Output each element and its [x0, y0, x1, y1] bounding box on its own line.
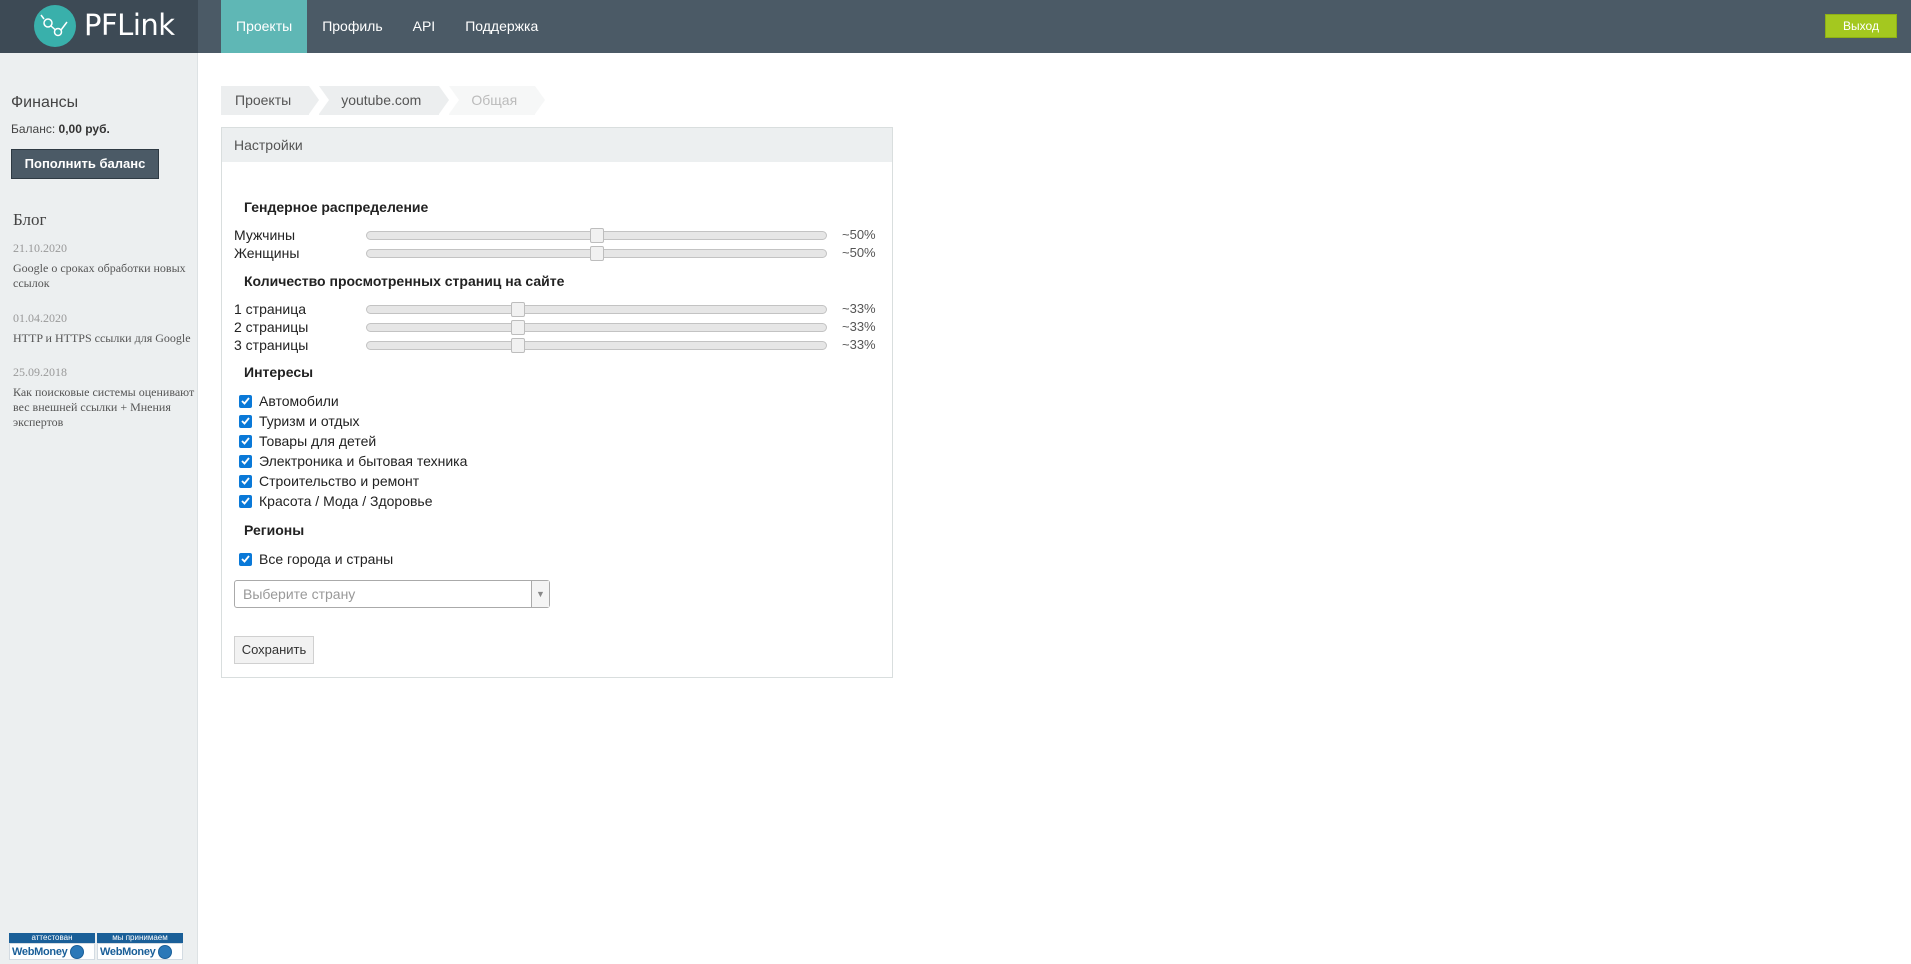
badge-brand: WebMoney [100, 945, 156, 958]
checkbox-checked[interactable] [239, 414, 252, 428]
settings-panel: Настройки Гендерное распределение Мужчин… [221, 127, 893, 678]
interest-checkbox[interactable]: Туризм и отдых [239, 412, 360, 430]
blog-post-link[interactable]: HTTP и HTTPS ссылки для Google [13, 331, 199, 346]
checkbox-checked[interactable] [239, 474, 252, 488]
country-select-placeholder: Выберите страну [243, 586, 356, 602]
slider-handle[interactable] [590, 246, 604, 261]
checkbox-label: Автомобили [259, 393, 339, 409]
logo-icon [34, 5, 76, 47]
blog-post-link[interactable]: Как поисковые системы оценивают вес внеш… [13, 385, 199, 430]
slider-row-pages-3: 3 страницы ~33% [234, 336, 884, 354]
checkbox-label: Электроника и бытовая техника [259, 453, 468, 469]
breadcrumb-item-current: Общая [449, 86, 545, 115]
breadcrumb-item-projects[interactable]: Проекты [221, 86, 320, 115]
slider-handle[interactable] [511, 302, 525, 317]
checkbox-label: Туризм и отдых [259, 413, 360, 429]
checkbox-label: Красота / Мода / Здоровье [259, 493, 433, 509]
balance-label: Баланс: [11, 122, 56, 136]
slider-row-pages-2: 2 страницы ~33% [234, 318, 884, 336]
blog-title: Блог [13, 210, 47, 229]
slider-label: Мужчины [234, 227, 296, 243]
slider-label: 2 страницы [234, 319, 309, 335]
nav-item-projects[interactable]: Проекты [221, 0, 308, 53]
slider-value: ~50% [842, 227, 876, 242]
balance: Баланс: 0,00 руб. [11, 122, 110, 136]
blog-post-date: 21.10.2020 [13, 241, 67, 255]
nav-item-api[interactable]: API [398, 0, 451, 53]
checkbox-label: Строительство и ремонт [259, 473, 420, 489]
nav-item-support[interactable]: Поддержка [450, 0, 553, 53]
slider-label: Женщины [234, 245, 300, 261]
interest-checkbox[interactable]: Строительство и ремонт [239, 472, 419, 490]
chevron-down-icon[interactable]: ▼ [531, 581, 549, 607]
slider-row-women: Женщины ~50% [234, 244, 884, 262]
panel-title: Настройки [222, 128, 892, 162]
slider-track[interactable] [366, 338, 827, 353]
checkbox-label: Товары для детей [259, 433, 377, 449]
nav-item-profile[interactable]: Профиль [307, 0, 397, 53]
slider-track[interactable] [366, 246, 827, 261]
badge-caption: мы принимаем [97, 933, 183, 943]
slider-track[interactable] [366, 228, 827, 243]
slider-handle[interactable] [511, 338, 525, 353]
webmoney-globe-icon [70, 944, 85, 959]
sidebar: Финансы Баланс: 0,00 руб. Пополнить бала… [0, 53, 198, 964]
slider-handle[interactable] [590, 228, 604, 243]
finance-title: Финансы [11, 94, 79, 111]
badge-brand: WebMoney [12, 945, 68, 958]
slider-handle[interactable] [511, 320, 525, 335]
interest-checkbox[interactable]: Красота / Мода / Здоровье [239, 492, 433, 510]
slider-label: 3 страницы [234, 337, 309, 353]
blog-post: 21.10.2020 Google о сроках обработки нов… [13, 241, 199, 291]
balance-value: 0,00 руб. [58, 122, 110, 136]
interest-checkbox[interactable]: Электроника и бытовая техника [239, 452, 467, 470]
webmoney-globe-icon [158, 944, 173, 959]
webmoney-attested-badge[interactable]: аттестован WebMoney [9, 933, 95, 960]
blog-post-date: 01.04.2020 [13, 311, 67, 325]
main-nav: Проекты Профиль API Поддержка [221, 0, 553, 53]
blog-post: 25.09.2018 Как поисковые системы оценива… [13, 365, 199, 430]
logo-text: PFLink [84, 8, 175, 42]
save-button[interactable]: Сохранить [234, 636, 314, 664]
topup-balance-button[interactable]: Пополнить баланс [11, 149, 159, 179]
section-title-regions: Регионы [244, 522, 305, 538]
top-bar: PFLink Проекты Профиль API Поддержка Вых… [0, 0, 1911, 53]
slider-row-pages-1: 1 страница ~33% [234, 300, 884, 318]
webmoney-accept-badge[interactable]: мы принимаем WebMoney [97, 933, 183, 960]
slider-row-men: Мужчины ~50% [234, 226, 884, 244]
breadcrumb-item-site[interactable]: youtube.com [319, 86, 450, 115]
section-title-gender: Гендерное распределение [244, 199, 429, 215]
interest-checkbox[interactable]: Автомобили [239, 392, 339, 410]
checkbox-checked[interactable] [239, 434, 252, 448]
badge-caption: аттестован [9, 933, 95, 943]
slider-track[interactable] [366, 302, 827, 317]
blog-post-link[interactable]: Google о сроках обработки новых ссылок [13, 261, 199, 291]
breadcrumb: Проекты youtube.com Общая [221, 86, 545, 115]
slider-track[interactable] [366, 320, 827, 335]
interest-checkbox[interactable]: Товары для детей [239, 432, 376, 450]
checkbox-checked[interactable] [239, 494, 252, 508]
slider-label: 1 страница [234, 301, 307, 317]
slider-value: ~33% [842, 301, 876, 316]
country-select[interactable]: Выберите страну ▼ [234, 580, 550, 608]
checkbox-checked[interactable] [239, 454, 252, 468]
logout-button[interactable]: Выход [1825, 14, 1897, 38]
checkbox-checked[interactable] [239, 552, 252, 566]
blog-post: 01.04.2020 HTTP и HTTPS ссылки для Googl… [13, 311, 199, 346]
checkbox-checked[interactable] [239, 394, 252, 408]
blog-post-date: 25.09.2018 [13, 365, 67, 379]
section-title-pages: Количество просмотренных страниц на сайт… [244, 273, 565, 289]
slider-value: ~33% [842, 337, 876, 352]
section-title-interests: Интересы [244, 364, 314, 380]
logo[interactable]: PFLink [0, 0, 198, 53]
slider-value: ~50% [842, 245, 876, 260]
all-regions-checkbox[interactable]: Все города и страны [239, 550, 393, 568]
slider-value: ~33% [842, 319, 876, 334]
checkbox-label: Все города и страны [259, 551, 394, 567]
